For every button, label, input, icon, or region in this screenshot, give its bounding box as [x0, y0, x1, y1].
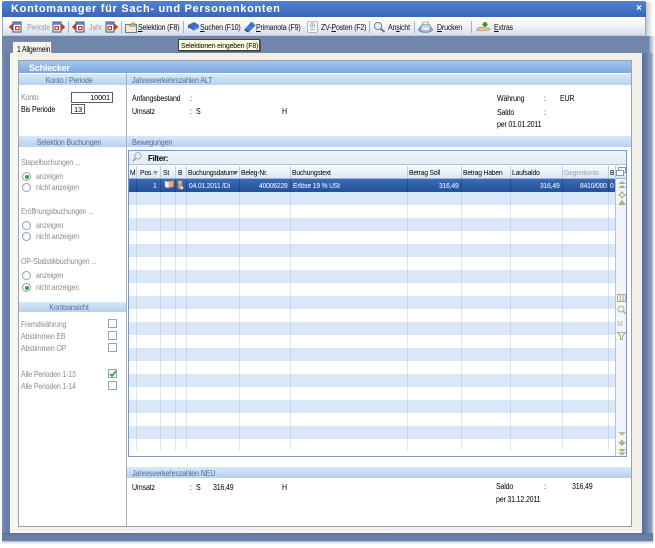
svg-text:M: M	[617, 321, 623, 327]
